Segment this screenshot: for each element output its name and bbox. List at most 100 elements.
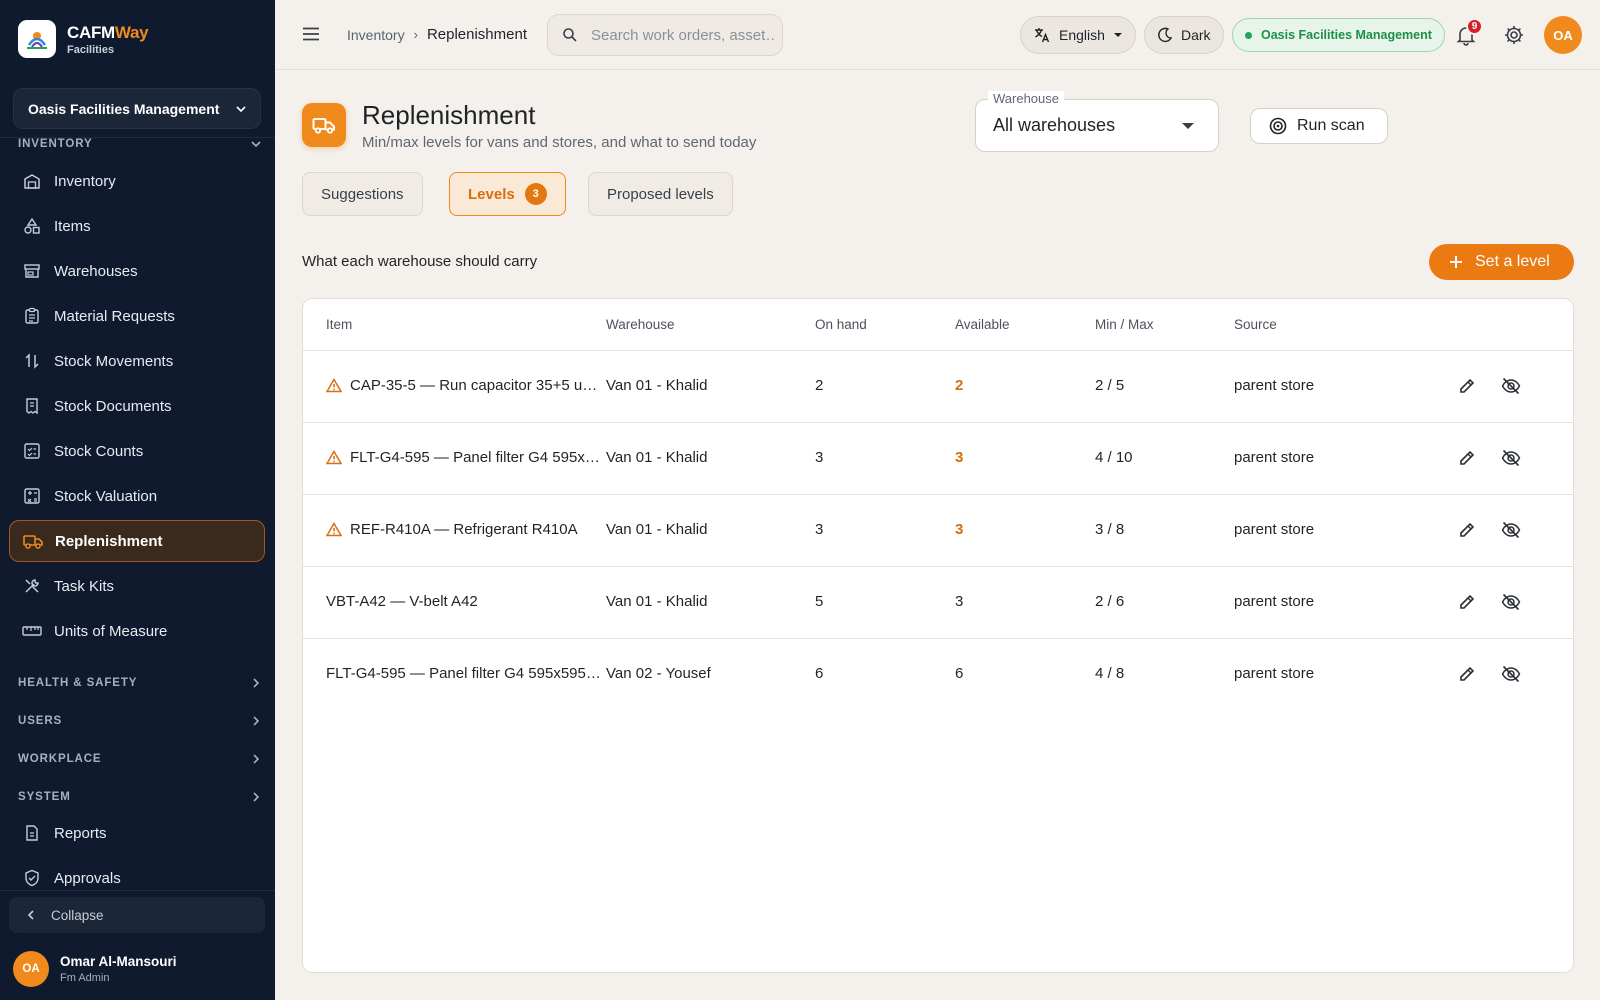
brand[interactable]: CAFMWay Facilities [18, 20, 149, 58]
chevron-right-icon [253, 754, 260, 764]
brand-sub: Facilities [67, 43, 115, 56]
sidebar-item-label: Stock Valuation [54, 487, 158, 505]
chevron-right-icon [253, 678, 260, 688]
breadcrumb: Inventory › Replenishment [347, 26, 527, 43]
sidebar-item-stock-movements[interactable]: Stock Movements [9, 340, 265, 382]
eye-off-icon[interactable] [1500, 519, 1522, 541]
user-profile[interactable]: OA Omar Al-Mansouri Fm Admin [13, 951, 177, 987]
item-label: FLT-G4-595 — Panel filter G4 595x595x48 [350, 449, 606, 466]
search-input[interactable] [591, 26, 776, 44]
table-row[interactable]: REF-R410A — Refrigerant R410A Van 01 - K… [303, 495, 1573, 567]
available-cell: 3 [955, 449, 964, 466]
eye-off-icon[interactable] [1500, 375, 1522, 397]
sidebar-item-units-of-measure[interactable]: Units of Measure [9, 610, 265, 652]
table-row[interactable]: FLT-G4-595 — Panel filter G4 595x595x48 … [303, 639, 1573, 711]
calculator-icon [22, 486, 42, 506]
avatar[interactable]: OA [1544, 16, 1582, 54]
sidebar-bottom-divider [0, 890, 275, 891]
item-label: FLT-G4-595 — Panel filter G4 595x595x48 [326, 665, 606, 682]
tab-levels[interactable]: Levels 3 [449, 172, 566, 216]
sidebar-item-items[interactable]: Items [9, 205, 265, 247]
column-header-min-max: Min / Max [1095, 317, 1154, 332]
org-select-label: Oasis Facilities Management [28, 100, 220, 117]
on-hand-cell: 6 [815, 665, 824, 682]
sidebar-item-label: Task Kits [54, 577, 115, 595]
pencil-icon[interactable] [1456, 519, 1478, 541]
available-cell: 3 [955, 593, 964, 610]
chevron-right-icon [253, 792, 260, 802]
section-users[interactable]: USERS [18, 715, 261, 727]
set-level-button[interactable]: Set a level [1429, 244, 1574, 280]
section-workplace[interactable]: WORKPLACE [18, 753, 261, 765]
org-badge-label: Oasis Facilities Management [1261, 28, 1432, 42]
min-max-cell: 4 / 8 [1095, 665, 1125, 682]
section-inventory[interactable]: INVENTORY [18, 138, 261, 150]
sidebar-item-stock-documents[interactable]: Stock Documents [9, 385, 265, 427]
sidebar-item-stock-valuation[interactable]: Stock Valuation [9, 475, 265, 517]
item-cell: REF-R410A — Refrigerant R410A [326, 521, 578, 538]
section-label: SYSTEM [18, 791, 71, 803]
on-hand-cell: 2 [815, 377, 824, 394]
org-select[interactable]: Oasis Facilities Management [13, 88, 261, 129]
sidebar-item-label: Material Requests [54, 307, 175, 325]
item-cell: FLT-G4-595 — Panel filter G4 595x595x48 [326, 449, 606, 466]
sidebar-item-replenishment[interactable]: Replenishment [9, 520, 265, 562]
search-box[interactable] [547, 14, 783, 56]
pencil-icon[interactable] [1456, 591, 1478, 613]
tab-count-badge: 3 [524, 183, 547, 205]
pencil-icon[interactable] [1456, 663, 1478, 685]
column-header-item: Item [326, 317, 353, 332]
run-scan-button[interactable]: Run scan [1250, 108, 1388, 144]
avatar: OA [13, 951, 49, 987]
sidebar-item-stock-counts[interactable]: Stock Counts [9, 430, 265, 472]
section-system[interactable]: SYSTEM [18, 791, 261, 803]
warehouse-cell: Van 01 - Khalid [606, 377, 708, 394]
chevron-left-icon [27, 910, 34, 920]
breadcrumb-inventory[interactable]: Inventory [347, 27, 405, 43]
swap-vertical-icon [22, 351, 42, 371]
sidebar-item-inventory[interactable]: Inventory [9, 160, 265, 202]
source-cell: parent store [1234, 665, 1315, 682]
tab-proposed-levels[interactable]: Proposed levels [588, 172, 733, 216]
sidebar-item-material-requests[interactable]: Material Requests [9, 295, 265, 337]
pencil-icon[interactable] [1456, 447, 1478, 469]
on-hand-cell: 3 [815, 521, 824, 538]
sidebar-item-label: Inventory [54, 172, 116, 190]
gear-icon[interactable] [1503, 24, 1525, 46]
sidebar-item-label: Stock Documents [54, 397, 172, 415]
table-row[interactable]: FLT-G4-595 — Panel filter G4 595x595x48 … [303, 423, 1573, 495]
sidebar: CAFMWay Facilities Oasis Facilities Mana… [0, 0, 275, 1000]
warehouse-select[interactable]: Warehouse All warehouses [975, 91, 1219, 152]
ruler-icon [22, 621, 42, 641]
sidebar-item-approvals[interactable]: Approvals [9, 857, 265, 899]
theme-toggle[interactable]: Dark [1144, 16, 1224, 54]
column-header-warehouse: Warehouse [606, 317, 675, 332]
sidebar-item-warehouses[interactable]: Warehouses [9, 250, 265, 292]
table-row[interactable]: CAP-35-5 — Run capacitor 35+5 uF 440V Va… [303, 351, 1573, 423]
min-max-cell: 3 / 8 [1095, 521, 1125, 538]
min-max-cell: 2 / 6 [1095, 593, 1125, 610]
run-scan-label: Run scan [1297, 117, 1365, 134]
pencil-icon[interactable] [1456, 375, 1478, 397]
search-icon [563, 28, 577, 42]
sidebar-item-reports[interactable]: Reports [9, 812, 265, 854]
section-title: What each warehouse should carry [302, 253, 538, 270]
translate-icon [1033, 26, 1051, 44]
page-subtitle: Min/max levels for vans and stores, and … [362, 134, 757, 151]
eye-off-icon[interactable] [1500, 591, 1522, 613]
collapse-button[interactable]: Collapse [9, 897, 265, 933]
eye-off-icon[interactable] [1500, 447, 1522, 469]
warehouse-cell: Van 01 - Khalid [606, 449, 708, 466]
section-health-safety[interactable]: HEALTH & SAFETY [18, 677, 261, 689]
sidebar-item-task-kits[interactable]: Task Kits [9, 565, 265, 607]
tab-suggestions[interactable]: Suggestions [302, 172, 423, 216]
warehouse-select-value: All warehouses [993, 115, 1116, 135]
table-row[interactable]: VBT-A42 — V-belt A42 Van 01 - Khalid 5 3… [303, 567, 1573, 639]
item-label: VBT-A42 — V-belt A42 [326, 593, 478, 610]
table-header: Item Warehouse On hand Available Min / M… [303, 299, 1573, 351]
eye-off-icon[interactable] [1500, 663, 1522, 685]
language-select[interactable]: English [1020, 16, 1136, 54]
org-status-badge[interactable]: Oasis Facilities Management [1232, 18, 1445, 52]
warning-icon [326, 450, 342, 465]
menu-icon[interactable] [301, 24, 321, 44]
